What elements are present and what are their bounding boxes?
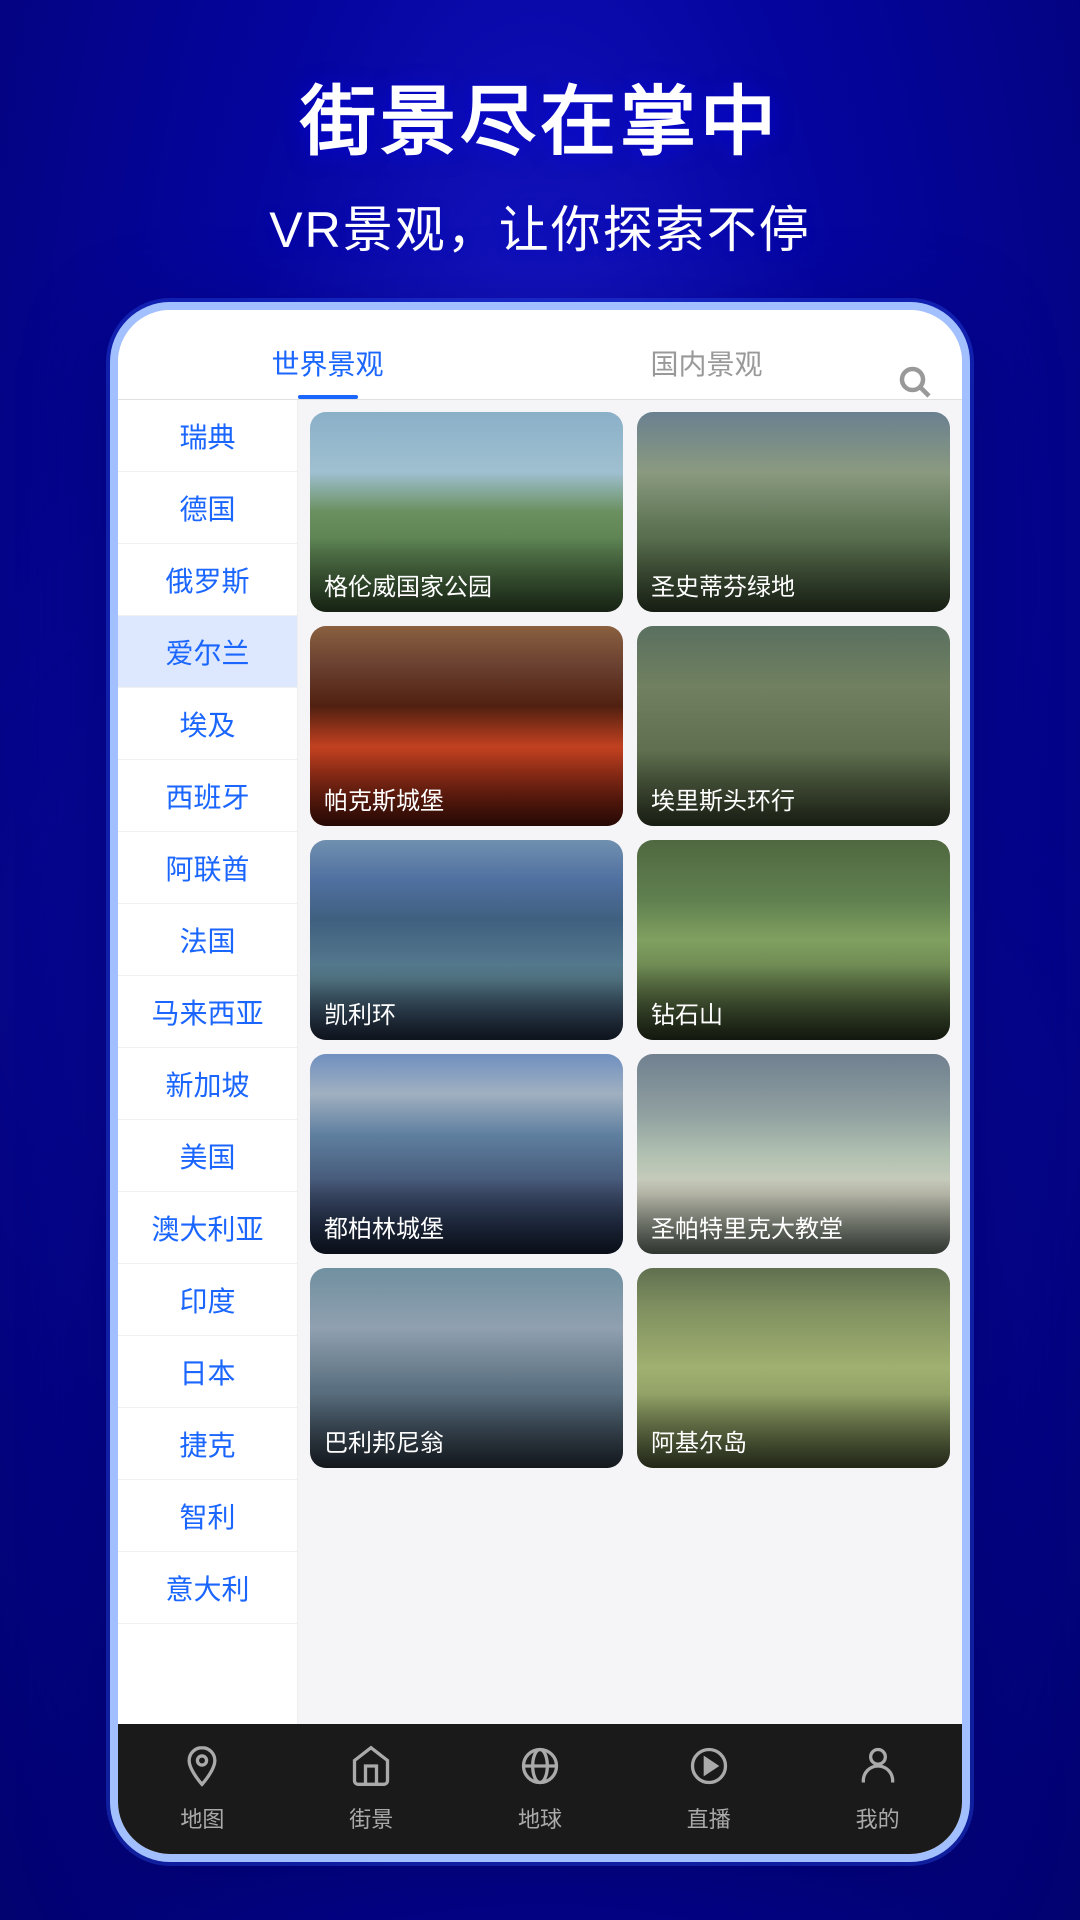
scenery-label-0: 格伦威国家公园 bbox=[310, 537, 623, 612]
sidebar-item-11[interactable]: 澳大利亚 bbox=[118, 1192, 297, 1264]
grid-item-9[interactable]: 阿基尔岛 bbox=[637, 1268, 950, 1468]
nav-icon-地图 bbox=[180, 1744, 224, 1796]
search-button[interactable] bbox=[896, 363, 942, 399]
tab-world-scenery[interactable]: 世界景观 bbox=[138, 343, 517, 399]
scenery-label-5: 钻石山 bbox=[637, 965, 950, 1040]
tab-domestic-label: 国内景观 bbox=[650, 349, 762, 380]
grid-item-3[interactable]: 埃里斯头环行 bbox=[637, 626, 950, 826]
tab-domestic-scenery[interactable]: 国内景观 bbox=[517, 343, 896, 399]
grid-item-2[interactable]: 帕克斯城堡 bbox=[310, 626, 623, 826]
scenery-label-1: 圣史蒂芬绿地 bbox=[637, 537, 950, 612]
scenery-label-4: 凯利环 bbox=[310, 965, 623, 1040]
tab-bar: 世界景观 国内景观 bbox=[118, 310, 962, 400]
sidebar-item-6[interactable]: 阿联酋 bbox=[118, 832, 297, 904]
sidebar-item-7[interactable]: 法国 bbox=[118, 904, 297, 976]
nav-label-地球: 地球 bbox=[518, 1802, 562, 1834]
scenery-grid: 格伦威国家公园圣史蒂芬绿地帕克斯城堡埃里斯头环行凯利环钻石山都柏林城堡圣帕特里克… bbox=[298, 400, 962, 1724]
sidebar-item-16[interactable]: 意大利 bbox=[118, 1552, 297, 1624]
nav-label-直播: 直播 bbox=[687, 1802, 731, 1834]
sidebar-item-9[interactable]: 新加坡 bbox=[118, 1048, 297, 1120]
hero-title: 街景尽在掌中 bbox=[40, 60, 1040, 170]
nav-item-街景[interactable]: 街景 bbox=[287, 1744, 456, 1834]
nav-icon-我的 bbox=[856, 1744, 900, 1796]
grid-item-0[interactable]: 格伦威国家公园 bbox=[310, 412, 623, 612]
nav-icon-街景 bbox=[349, 1744, 393, 1796]
sidebar-item-5[interactable]: 西班牙 bbox=[118, 760, 297, 832]
grid-item-4[interactable]: 凯利环 bbox=[310, 840, 623, 1040]
sidebar-item-3[interactable]: 爱尔兰 bbox=[118, 616, 297, 688]
nav-icon-直播 bbox=[687, 1744, 731, 1796]
grid-item-6[interactable]: 都柏林城堡 bbox=[310, 1054, 623, 1254]
nav-label-我的: 我的 bbox=[856, 1802, 900, 1834]
hero-section: 街景尽在掌中 VR景观，让你探索不停 bbox=[0, 0, 1080, 292]
bottom-navigation: 地图 街景 地球 直播 我的 bbox=[118, 1724, 962, 1854]
sidebar-item-12[interactable]: 印度 bbox=[118, 1264, 297, 1336]
hero-subtitle: VR景观，让你探索不停 bbox=[40, 190, 1040, 262]
sidebar-item-13[interactable]: 日本 bbox=[118, 1336, 297, 1408]
grid-item-8[interactable]: 巴利邦尼翁 bbox=[310, 1268, 623, 1468]
nav-label-街景: 街景 bbox=[349, 1802, 393, 1834]
tab-world-label: 世界景观 bbox=[271, 349, 383, 380]
nav-icon-地球 bbox=[518, 1744, 562, 1796]
sidebar-item-0[interactable]: 瑞典 bbox=[118, 400, 297, 472]
search-icon bbox=[896, 363, 932, 399]
sidebar-item-8[interactable]: 马来西亚 bbox=[118, 976, 297, 1048]
scenery-label-7: 圣帕特里克大教堂 bbox=[637, 1179, 950, 1254]
scenery-label-3: 埃里斯头环行 bbox=[637, 751, 950, 826]
grid-item-5[interactable]: 钻石山 bbox=[637, 840, 950, 1040]
sidebar-item-4[interactable]: 埃及 bbox=[118, 688, 297, 760]
country-sidebar: 瑞典德国俄罗斯爱尔兰埃及西班牙阿联酋法国马来西亚新加坡美国澳大利亚印度日本捷克智… bbox=[118, 400, 298, 1724]
nav-item-我的[interactable]: 我的 bbox=[793, 1744, 962, 1834]
scenery-label-2: 帕克斯城堡 bbox=[310, 751, 623, 826]
sidebar-item-2[interactable]: 俄罗斯 bbox=[118, 544, 297, 616]
sidebar-item-14[interactable]: 捷克 bbox=[118, 1408, 297, 1480]
sidebar-item-15[interactable]: 智利 bbox=[118, 1480, 297, 1552]
sidebar-item-1[interactable]: 德国 bbox=[118, 472, 297, 544]
nav-item-地图[interactable]: 地图 bbox=[118, 1744, 287, 1834]
grid-container: 格伦威国家公园圣史蒂芬绿地帕克斯城堡埃里斯头环行凯利环钻石山都柏林城堡圣帕特里克… bbox=[310, 412, 950, 1468]
grid-item-7[interactable]: 圣帕特里克大教堂 bbox=[637, 1054, 950, 1254]
scenery-label-8: 巴利邦尼翁 bbox=[310, 1393, 623, 1468]
nav-label-地图: 地图 bbox=[180, 1802, 224, 1834]
grid-item-1[interactable]: 圣史蒂芬绿地 bbox=[637, 412, 950, 612]
nav-item-地球[interactable]: 地球 bbox=[456, 1744, 625, 1834]
scenery-label-9: 阿基尔岛 bbox=[637, 1393, 950, 1468]
nav-item-直播[interactable]: 直播 bbox=[624, 1744, 793, 1834]
main-content: 瑞典德国俄罗斯爱尔兰埃及西班牙阿联酋法国马来西亚新加坡美国澳大利亚印度日本捷克智… bbox=[118, 400, 962, 1724]
sidebar-item-10[interactable]: 美国 bbox=[118, 1120, 297, 1192]
phone-frame: 世界景观 国内景观 瑞典德国俄罗斯爱尔兰埃及西班牙阿联酋法国马来西亚新加坡 bbox=[110, 302, 970, 1862]
scenery-label-6: 都柏林城堡 bbox=[310, 1179, 623, 1254]
